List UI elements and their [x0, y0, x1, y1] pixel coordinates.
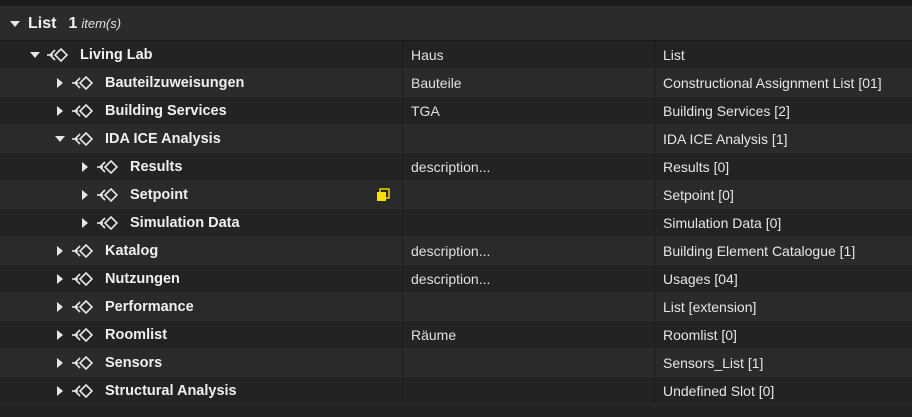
node-link-icon	[71, 131, 93, 147]
node-link-icon	[46, 47, 68, 63]
type-cell[interactable]: List [extension]	[654, 293, 912, 320]
description-cell[interactable]: TGA	[402, 97, 654, 124]
expanded-arrow-icon[interactable]	[53, 132, 67, 146]
description-cell[interactable]: Räume	[402, 321, 654, 348]
name-cell[interactable]: Structural Analysis	[0, 377, 402, 404]
node-label: Living Lab	[80, 46, 153, 63]
node-label: Nutzungen	[105, 270, 180, 287]
description-cell[interactable]: description...	[402, 265, 654, 292]
description-cell[interactable]	[402, 377, 654, 404]
tree-row[interactable]: Performance List [extension]	[0, 293, 912, 321]
tree-row[interactable]: Building Services TGA Building Services [2…	[0, 97, 912, 125]
name-cell[interactable]: Katalog	[0, 237, 402, 264]
tree-row[interactable]: Results description... Results [0]	[0, 153, 912, 181]
node-link-icon	[71, 271, 93, 287]
description-cell[interactable]: Bauteile	[402, 69, 654, 96]
node-label: Structural Analysis	[105, 382, 237, 399]
tree-row[interactable]: Living Lab Haus List	[0, 41, 912, 69]
collapsed-arrow-icon[interactable]	[78, 160, 92, 174]
collapsed-arrow-icon[interactable]	[53, 104, 67, 118]
name-cell[interactable]: Living Lab	[0, 41, 402, 68]
type-cell[interactable]: Sensors_List [1]	[654, 349, 912, 376]
node-label: Simulation Data	[130, 214, 240, 231]
node-label: IDA ICE Analysis	[105, 130, 221, 147]
type-cell[interactable]: Roomlist [0]	[654, 321, 912, 348]
tree-row[interactable]: Structural Analysis Undefined Slot [0]	[0, 377, 912, 405]
node-label: Performance	[105, 298, 194, 315]
node-link-icon	[96, 187, 118, 203]
name-cell[interactable]: Simulation Data	[0, 209, 402, 236]
type-cell[interactable]: Building Element Catalogue [1]	[654, 237, 912, 264]
tree-row[interactable]: Katalog description... Building Element Ca…	[0, 237, 912, 265]
collapsed-arrow-icon[interactable]	[78, 188, 92, 202]
collapsed-arrow-icon[interactable]	[53, 244, 67, 258]
tree-list: Living Lab Haus List Bauteilzuweisungen Baut…	[0, 41, 912, 405]
tree-row[interactable]: Bauteilzuweisungen Bauteile Constructional…	[0, 69, 912, 97]
description-cell[interactable]	[402, 293, 654, 320]
tree-row[interactable]: Setpoint Setpoint [0]	[0, 181, 912, 209]
node-link-icon	[96, 159, 118, 175]
yellow-marker-icon[interactable]	[376, 188, 390, 202]
type-cell[interactable]: Constructional Assignment List [01]	[654, 69, 912, 96]
node-label: Sensors	[105, 354, 163, 371]
type-cell[interactable]: Setpoint [0]	[654, 181, 912, 208]
name-cell[interactable]: Roomlist	[0, 321, 402, 348]
type-cell[interactable]: IDA ICE Analysis [1]	[654, 125, 912, 152]
item-count: 1	[68, 14, 78, 32]
tree-row[interactable]: Sensors Sensors_List [1]	[0, 349, 912, 377]
node-label: Katalog	[105, 242, 159, 259]
type-cell[interactable]: Usages [04]	[654, 265, 912, 292]
description-cell[interactable]	[402, 349, 654, 376]
collapsed-arrow-icon[interactable]	[78, 216, 92, 230]
name-cell[interactable]: Bauteilzuweisungen	[0, 69, 402, 96]
name-cell[interactable]: Nutzungen	[0, 265, 402, 292]
list-header[interactable]: List 1 item(s)	[0, 7, 912, 41]
name-cell[interactable]: Setpoint	[0, 181, 402, 208]
description-cell[interactable]: description...	[402, 153, 654, 180]
collapsed-arrow-icon[interactable]	[53, 356, 67, 370]
description-cell[interactable]	[402, 209, 654, 236]
name-cell[interactable]: Results	[0, 153, 402, 180]
tree-row[interactable]: Nutzungen description... Usages [04]	[0, 265, 912, 293]
collapse-caret-icon[interactable]	[10, 19, 20, 29]
type-cell[interactable]: Undefined Slot [0]	[654, 377, 912, 404]
node-link-icon	[71, 103, 93, 119]
node-link-icon	[71, 75, 93, 91]
item-count-unit: item(s)	[81, 16, 122, 31]
type-cell[interactable]: Building Services [2]	[654, 97, 912, 124]
node-label: Setpoint	[130, 186, 188, 203]
node-link-icon	[71, 355, 93, 371]
name-cell[interactable]: Performance	[0, 293, 402, 320]
node-label: Bauteilzuweisungen	[105, 74, 245, 91]
name-cell[interactable]: IDA ICE Analysis	[0, 125, 402, 152]
collapsed-arrow-icon[interactable]	[53, 328, 67, 342]
collapsed-arrow-icon[interactable]	[53, 300, 67, 314]
node-label: Roomlist	[105, 326, 168, 343]
collapsed-arrow-icon[interactable]	[53, 384, 67, 398]
node-link-icon	[71, 299, 93, 315]
description-cell[interactable]	[402, 125, 654, 152]
node-label: Building Services	[105, 102, 227, 119]
node-link-icon	[71, 383, 93, 399]
type-cell[interactable]: Results [0]	[654, 153, 912, 180]
node-label: Results	[130, 158, 183, 175]
node-link-icon	[71, 243, 93, 259]
node-link-icon	[71, 327, 93, 343]
collapsed-arrow-icon[interactable]	[53, 272, 67, 286]
expanded-arrow-icon[interactable]	[28, 48, 42, 62]
tree-row[interactable]: Roomlist Räume Roomlist [0]	[0, 321, 912, 349]
type-cell[interactable]: List	[654, 41, 912, 68]
description-cell[interactable]: Haus	[402, 41, 654, 68]
tree-row[interactable]: IDA ICE Analysis IDA ICE Analysis [1]	[0, 125, 912, 153]
list-title: List	[28, 14, 57, 32]
tree-row[interactable]: Simulation Data Simulation Data [0]	[0, 209, 912, 237]
description-cell[interactable]	[402, 181, 654, 208]
name-cell[interactable]: Sensors	[0, 349, 402, 376]
top-strip	[0, 0, 912, 7]
collapsed-arrow-icon[interactable]	[53, 76, 67, 90]
name-cell[interactable]: Building Services	[0, 97, 402, 124]
description-cell[interactable]: description...	[402, 237, 654, 264]
type-cell[interactable]: Simulation Data [0]	[654, 209, 912, 236]
node-link-icon	[96, 215, 118, 231]
